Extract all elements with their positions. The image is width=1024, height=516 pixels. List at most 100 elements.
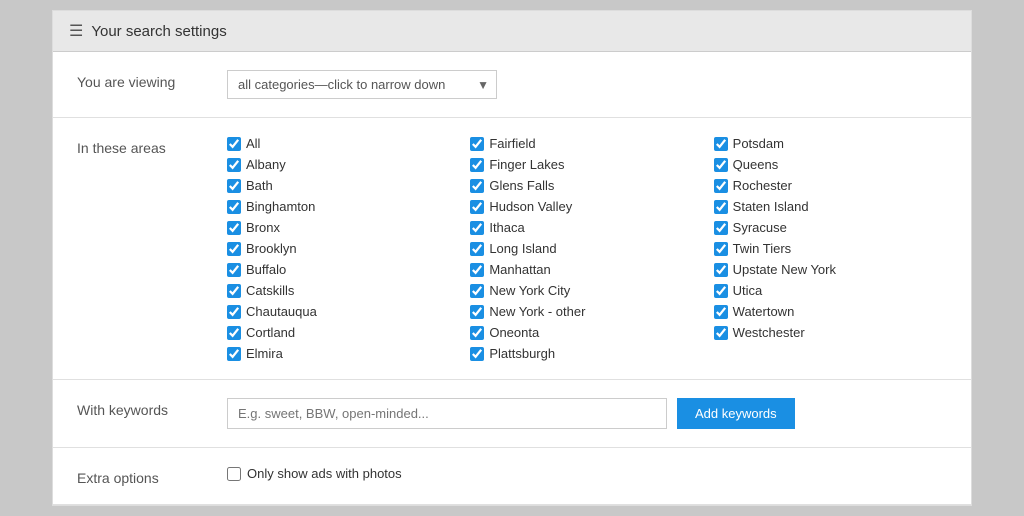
area-checkbox-cortland[interactable] — [227, 326, 241, 340]
area-checkbox-plattsburgh[interactable] — [470, 347, 484, 361]
area-checkbox-twin-tiers[interactable] — [714, 242, 728, 256]
area-label-hudson-valley[interactable]: Hudson Valley — [489, 199, 572, 214]
area-checkbox-staten-island[interactable] — [714, 200, 728, 214]
area-label-queens[interactable]: Queens — [733, 157, 779, 172]
area-checkbox-fairfield[interactable] — [470, 137, 484, 151]
area-item-oneonta: Oneonta — [470, 325, 703, 340]
area-checkbox-upstate-new-york[interactable] — [714, 263, 728, 277]
area-checkbox-binghamton[interactable] — [227, 200, 241, 214]
area-checkbox-potsdam[interactable] — [714, 137, 728, 151]
area-item-queens: Queens — [714, 157, 947, 172]
area-label-all[interactable]: All — [246, 136, 260, 151]
area-label-long-island[interactable]: Long Island — [489, 241, 556, 256]
area-item-brooklyn: Brooklyn — [227, 241, 460, 256]
area-checkbox-watertown[interactable] — [714, 305, 728, 319]
area-label-potsdam[interactable]: Potsdam — [733, 136, 784, 151]
area-label-bronx[interactable]: Bronx — [246, 220, 280, 235]
area-checkbox-new-york-city[interactable] — [470, 284, 484, 298]
area-checkbox-chautauqua[interactable] — [227, 305, 241, 319]
area-item-long-island: Long Island — [470, 241, 703, 256]
area-checkbox-utica[interactable] — [714, 284, 728, 298]
area-label-albany[interactable]: Albany — [246, 157, 286, 172]
area-checkbox-bath[interactable] — [227, 179, 241, 193]
area-label-buffalo[interactable]: Buffalo — [246, 262, 286, 277]
area-item-syracuse: Syracuse — [714, 220, 947, 235]
keywords-section: With keywords Add keywords — [53, 380, 971, 448]
area-label-watertown[interactable]: Watertown — [733, 304, 795, 319]
area-checkbox-finger-lakes[interactable] — [470, 158, 484, 172]
areas-section: In these areas All Fairfield Potsdam Albany… — [53, 118, 971, 380]
area-checkbox-syracuse[interactable] — [714, 221, 728, 235]
area-checkbox-manhattan[interactable] — [470, 263, 484, 277]
area-label-staten-island[interactable]: Staten Island — [733, 199, 809, 214]
area-checkbox-glens-falls[interactable] — [470, 179, 484, 193]
extra-options-content: Only show ads with photos — [227, 466, 947, 481]
area-checkbox-brooklyn[interactable] — [227, 242, 241, 256]
area-item-new-york-city: New York City — [470, 283, 703, 298]
area-label-utica[interactable]: Utica — [733, 283, 763, 298]
area-label-binghamton[interactable]: Binghamton — [246, 199, 315, 214]
photos-label[interactable]: Only show ads with photos — [247, 466, 402, 481]
areas-content: All Fairfield Potsdam Albany Finger Lakes Que… — [227, 136, 947, 361]
area-label-plattsburgh[interactable]: Plattsburgh — [489, 346, 555, 361]
area-checkbox-oneonta[interactable] — [470, 326, 484, 340]
keywords-input[interactable] — [227, 398, 667, 429]
keywords-content: Add keywords — [227, 398, 947, 429]
area-label-fairfield[interactable]: Fairfield — [489, 136, 535, 151]
area-item-albany: Albany — [227, 157, 460, 172]
area-checkbox-rochester[interactable] — [714, 179, 728, 193]
area-item-ithaca: Ithaca — [470, 220, 703, 235]
area-label-oneonta[interactable]: Oneonta — [489, 325, 539, 340]
area-checkbox-buffalo[interactable] — [227, 263, 241, 277]
area-label-westchester[interactable]: Westchester — [733, 325, 805, 340]
area-label-finger-lakes[interactable]: Finger Lakes — [489, 157, 564, 172]
area-checkbox-catskills[interactable] — [227, 284, 241, 298]
photos-checkbox[interactable] — [227, 467, 241, 481]
area-label-catskills[interactable]: Catskills — [246, 283, 294, 298]
area-checkbox-westchester[interactable] — [714, 326, 728, 340]
keywords-label: With keywords — [77, 398, 207, 418]
area-label-bath[interactable]: Bath — [246, 178, 273, 193]
area-checkbox-all[interactable] — [227, 137, 241, 151]
area-label-twin-tiers[interactable]: Twin Tiers — [733, 241, 792, 256]
extra-options-section: Extra options Only show ads with photos — [53, 448, 971, 505]
area-checkbox-albany[interactable] — [227, 158, 241, 172]
area-label-elmira[interactable]: Elmira — [246, 346, 283, 361]
area-label-chautauqua[interactable]: Chautauqua — [246, 304, 317, 319]
area-label-syracuse[interactable]: Syracuse — [733, 220, 787, 235]
area-item-cortland: Cortland — [227, 325, 460, 340]
area-label-rochester[interactable]: Rochester — [733, 178, 792, 193]
header-title: Your search settings — [91, 23, 226, 40]
area-item-upstate-new-york: Upstate New York — [714, 262, 947, 277]
area-label-new-york-other[interactable]: New York - other — [489, 304, 585, 319]
area-checkbox-hudson-valley[interactable] — [470, 200, 484, 214]
area-label-brooklyn[interactable]: Brooklyn — [246, 241, 297, 256]
area-label-ithaca[interactable]: Ithaca — [489, 220, 524, 235]
area-item-twin-tiers: Twin Tiers — [714, 241, 947, 256]
area-item-fairfield: Fairfield — [470, 136, 703, 151]
area-checkbox-new-york-other[interactable] — [470, 305, 484, 319]
menu-icon: ☰ — [69, 21, 83, 41]
area-checkbox-ithaca[interactable] — [470, 221, 484, 235]
area-label-new-york-city[interactable]: New York City — [489, 283, 570, 298]
area-label-glens-falls[interactable]: Glens Falls — [489, 178, 554, 193]
area-checkbox-bronx[interactable] — [227, 221, 241, 235]
area-item-hudson-valley: Hudson Valley — [470, 199, 703, 214]
header: ☰ Your search settings — [53, 11, 971, 52]
page-container: ☰ Your search settings You are viewing a… — [52, 10, 972, 506]
area-item-manhattan: Manhattan — [470, 262, 703, 277]
area-label-cortland[interactable]: Cortland — [246, 325, 295, 340]
areas-label: In these areas — [77, 136, 207, 156]
area-item-watertown: Watertown — [714, 304, 947, 319]
area-label-manhattan[interactable]: Manhattan — [489, 262, 550, 277]
area-item-staten-island: Staten Island — [714, 199, 947, 214]
category-dropdown[interactable]: all categories—click to narrow down — [227, 70, 497, 99]
add-keywords-button[interactable]: Add keywords — [677, 398, 795, 429]
extra-options-label: Extra options — [77, 466, 207, 486]
area-checkbox-elmira[interactable] — [227, 347, 241, 361]
area-checkbox-queens[interactable] — [714, 158, 728, 172]
area-item-chautauqua: Chautauqua — [227, 304, 460, 319]
area-label-upstate-new-york[interactable]: Upstate New York — [733, 262, 836, 277]
area-checkbox-long-island[interactable] — [470, 242, 484, 256]
photos-option-row: Only show ads with photos — [227, 466, 947, 481]
